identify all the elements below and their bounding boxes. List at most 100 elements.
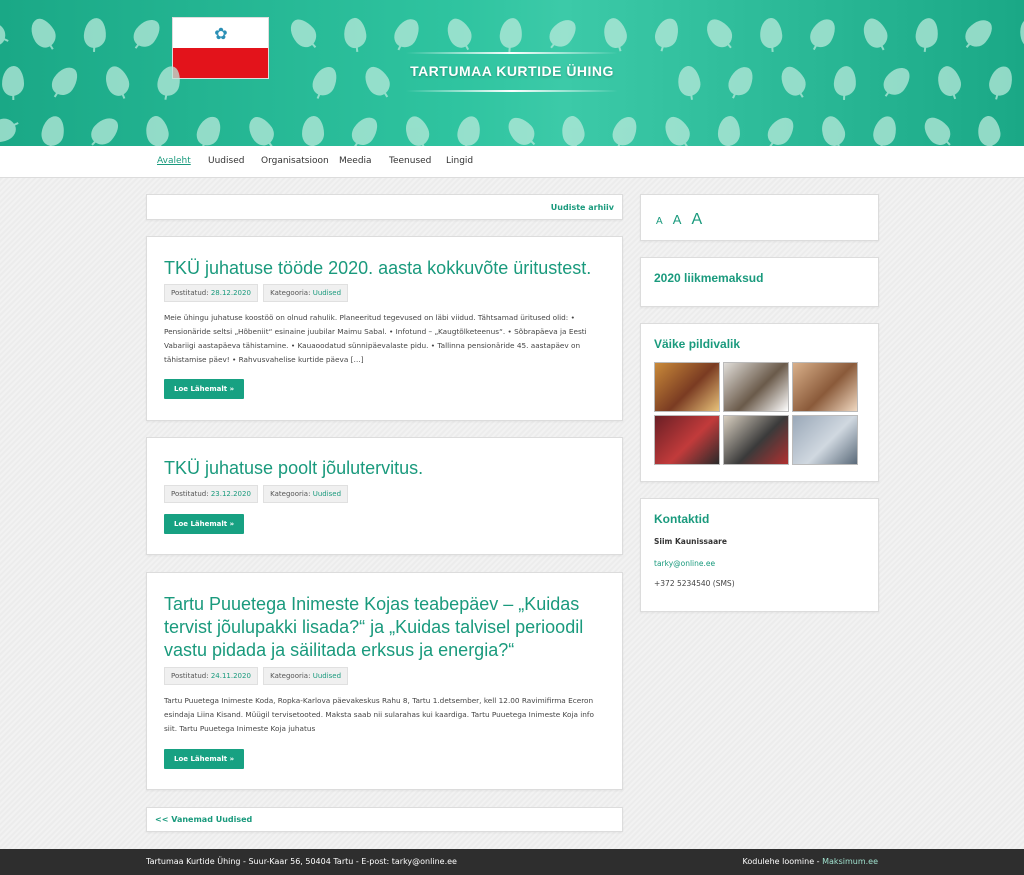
oak-leaf-icon xyxy=(775,62,811,100)
post-date-link[interactable]: 23.12.2020 xyxy=(211,490,251,498)
posted-label: Postitatud: xyxy=(171,289,209,297)
oak-leaf-icon xyxy=(817,113,849,146)
gallery-widget: Väike pildivalik xyxy=(640,323,879,482)
oak-leaf-icon xyxy=(960,14,998,52)
read-more-button[interactable]: Loe Lähemalt » xyxy=(164,379,245,399)
oak-leaf-icon xyxy=(359,62,395,100)
posted-label: Postitatud: xyxy=(171,490,209,498)
site-logo-flag[interactable]: ✿ xyxy=(172,17,269,79)
oak-leaf-icon xyxy=(986,63,1016,99)
oak-leaf-icon xyxy=(1,65,25,97)
post-card: Tartu Puuetega Inimeste Kojas teabepäev … xyxy=(146,572,623,790)
oak-leaf-icon xyxy=(545,14,581,52)
membership-fees-link[interactable]: 2020 liikmemaksud xyxy=(654,271,763,285)
oak-leaf-icon xyxy=(25,14,61,52)
oak-leaf-icon xyxy=(933,63,965,99)
font-size-large-button[interactable]: A xyxy=(692,211,703,229)
oak-leaf-icon xyxy=(914,16,940,50)
title-divider-top xyxy=(406,52,618,54)
post-title[interactable]: TKÜ juhatuse tööde 2020. aasta kokkuvõte… xyxy=(164,257,604,280)
oak-leaf-icon xyxy=(390,14,424,52)
nav-item-uudised[interactable]: Uudised xyxy=(208,156,244,166)
oak-leaf-icon xyxy=(870,113,900,146)
site-footer: Tartumaa Kurtide Ühing - Suur-Kaar 56, 5… xyxy=(0,849,1024,875)
gallery-thumbnail[interactable] xyxy=(654,362,720,412)
contact-name: Siim Kaunissaare xyxy=(654,537,727,546)
read-more-button[interactable]: Loe Lähemalt » xyxy=(164,514,245,534)
footer-credit-link[interactable]: Maksimum.ee xyxy=(822,857,878,866)
gallery-thumbnail[interactable] xyxy=(723,362,789,412)
footer-credits: Kodulehe loomine - Maksimum.ee xyxy=(743,857,878,866)
footer-credit-label: Kodulehe loomine - xyxy=(742,857,820,866)
gallery-thumbnail[interactable] xyxy=(723,415,789,465)
contact-widget: Kontaktid Siim Kaunissaare tarky@online.… xyxy=(640,498,879,612)
read-more-button[interactable]: Loe Lähemalt » xyxy=(164,749,245,769)
oak-leaf-icon xyxy=(39,114,67,146)
oak-leaf-icon xyxy=(652,15,682,51)
oak-leaf-icon xyxy=(442,14,476,52)
oak-leaf-icon xyxy=(347,112,383,146)
oak-leaf-icon xyxy=(47,62,83,100)
post-date: Postitatud: 23.12.2020 xyxy=(164,485,258,503)
font-size-widget: A A A xyxy=(640,194,879,241)
nav-item-organisatsioon[interactable]: Organisatsioon xyxy=(261,156,329,166)
main-navigation: Avaleht Uudised Organisatsioon Meedia Te… xyxy=(0,146,1024,178)
category-label: Kategooria: xyxy=(270,289,311,297)
oak-leaf-icon xyxy=(193,113,225,146)
posted-label: Postitatud: xyxy=(171,672,209,680)
font-size-small-button[interactable]: A xyxy=(656,216,663,227)
oak-leaf-icon xyxy=(858,14,892,52)
post-card: TKÜ juhatuse poolt jõulutervitus. Postit… xyxy=(146,437,623,555)
emblem-icon: ✿ xyxy=(214,24,228,43)
post-category: Kategooria: Uudised xyxy=(263,667,349,685)
oak-leaf-icon xyxy=(717,115,741,146)
site-title: TARTUMAA KURTIDE ÜHING xyxy=(410,63,614,79)
gallery-thumbnail[interactable] xyxy=(792,415,858,465)
post-title[interactable]: Tartu Puuetega Inimeste Kojas teabepäev … xyxy=(164,593,594,662)
nav-item-meedia[interactable]: Meedia xyxy=(339,156,372,166)
oak-leaf-icon xyxy=(659,112,695,146)
oak-leaf-icon xyxy=(806,14,840,52)
post-date-link[interactable]: 28.12.2020 xyxy=(211,289,251,297)
oak-leaf-icon xyxy=(342,16,368,50)
oak-leaf-icon xyxy=(763,112,799,146)
post-date-link[interactable]: 24.11.2020 xyxy=(211,672,251,680)
oak-leaf-icon xyxy=(498,17,524,49)
oak-leaf-icon xyxy=(609,112,641,146)
post-title[interactable]: TKÜ juhatuse poolt jõulutervitus. xyxy=(164,457,604,480)
post-meta: Postitatud: 23.12.2020 Kategooria: Uudis… xyxy=(164,485,351,503)
gallery-title: Väike pildivalik xyxy=(654,337,741,351)
oak-leaf-icon xyxy=(502,112,540,146)
pagination-bar: << Vanemad Uudised xyxy=(146,807,623,832)
nav-item-lingid[interactable]: Lingid xyxy=(446,156,473,166)
site-title-banner: TARTUMAA KURTIDE ÜHING xyxy=(398,50,626,94)
older-news-link[interactable]: << Vanemad Uudised xyxy=(155,815,252,824)
gallery-thumbnail[interactable] xyxy=(792,362,858,412)
font-size-medium-button[interactable]: A xyxy=(673,212,682,227)
category-label: Kategooria: xyxy=(270,672,311,680)
oak-leaf-icon xyxy=(701,14,737,52)
oak-leaf-icon xyxy=(758,17,784,49)
gallery-thumbnail[interactable] xyxy=(654,415,720,465)
oak-leaf-icon xyxy=(0,16,10,50)
nav-item-avaleht[interactable]: Avaleht xyxy=(157,156,191,166)
oak-leaf-icon xyxy=(0,114,20,146)
oak-leaf-icon xyxy=(559,114,587,146)
contact-phone: +372 5234540 (SMS) xyxy=(654,579,735,588)
post-category-link[interactable]: Uudised xyxy=(313,289,341,297)
contact-email-link[interactable]: tarky@online.ee xyxy=(654,559,715,568)
post-category-link[interactable]: Uudised xyxy=(313,490,341,498)
news-archive-link[interactable]: Uudiste arhiiv xyxy=(551,203,614,212)
oak-leaf-icon xyxy=(86,112,124,146)
post-excerpt: Tartu Puuetega Inimeste Koda, Ropka-Karl… xyxy=(164,696,594,733)
nav-item-teenused[interactable]: Teenused xyxy=(389,156,431,166)
oak-leaf-icon xyxy=(284,14,322,52)
archive-bar: Uudiste arhiiv xyxy=(146,194,623,220)
post-category-link[interactable]: Uudised xyxy=(313,672,341,680)
oak-leaf-icon xyxy=(83,17,107,49)
post-category: Kategooria: Uudised xyxy=(263,284,349,302)
oak-leaf-icon xyxy=(101,62,133,100)
oak-leaf-icon xyxy=(918,112,956,146)
post-date: Postitatud: 24.11.2020 xyxy=(164,667,258,685)
oak-leaf-icon xyxy=(600,15,630,51)
